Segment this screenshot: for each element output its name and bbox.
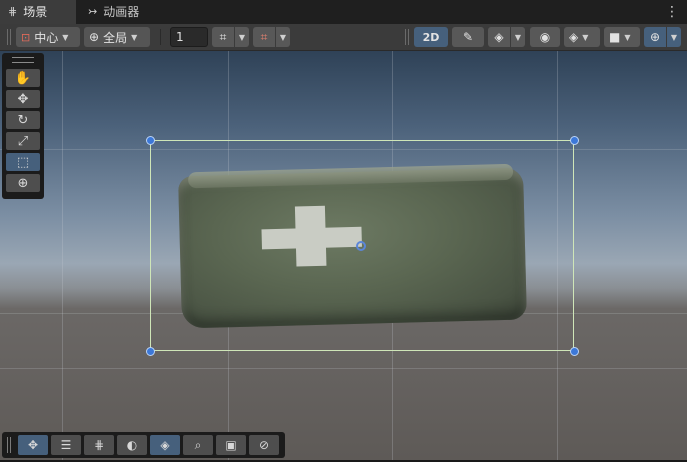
effects-toggle[interactable]: ◈: [488, 27, 510, 47]
overlay-camera-button[interactable]: ▣: [216, 435, 246, 455]
layers-icon: ◈: [569, 30, 579, 44]
overlay-search-button[interactable]: ⌕: [183, 435, 213, 455]
pivot-mode-label: 中心: [34, 30, 59, 45]
rect-handle-bottom-right[interactable]: [570, 347, 579, 356]
snap-grid-magnet-icon: ⌗: [260, 29, 268, 44]
chevron-down-icon: ▼: [624, 32, 631, 42]
camera-icon: ▣: [225, 438, 237, 452]
compass-icon: ⊘: [258, 438, 270, 452]
hand-icon: ✋: [14, 70, 32, 86]
rect-handle-top-right[interactable]: [570, 136, 579, 145]
overlay-shading-button[interactable]: ◐: [117, 435, 147, 455]
pivot-icon: ⊡: [21, 30, 31, 44]
move-icon: ✥: [27, 438, 39, 452]
pivot-space-label: 全局: [103, 30, 128, 45]
effects-icon: ◈: [494, 30, 504, 44]
scene-viewport[interactable]: [0, 51, 687, 460]
grid-icon: ⋕: [8, 5, 18, 18]
snap-settings-dropdown[interactable]: ▼: [276, 27, 290, 47]
chevron-down-icon: ▼: [582, 32, 589, 42]
lighting-off-icon: ✎: [462, 30, 474, 44]
layers-dropdown[interactable]: ◈ ▼: [564, 27, 600, 47]
rect-tool-icon: ⬚: [16, 154, 30, 170]
toolbar-separator: [160, 29, 161, 45]
tab-animator[interactable]: ↣ 动画器: [80, 0, 147, 24]
grid-snap-dropdown[interactable]: ▼: [235, 27, 249, 47]
overlay-settings-button[interactable]: ☰: [51, 435, 81, 455]
tool-palette: ✋ ✥ ↻ ⤢ ⬚ ⊕: [2, 53, 44, 199]
toolbar-grip[interactable]: [7, 29, 11, 45]
overlay-grid-button[interactable]: ⋕: [84, 435, 114, 455]
pivot-mode-dropdown[interactable]: ⊡ 中心 ▼: [16, 27, 80, 47]
camera-icon: ■: [609, 30, 621, 44]
camera-dropdown[interactable]: ■ ▼: [604, 27, 640, 47]
grid-snap-icon: ⌗: [219, 29, 227, 44]
move-tool-button[interactable]: ✥: [6, 90, 40, 108]
palette-grip[interactable]: [12, 57, 34, 63]
tab-animator-label: 动画器: [103, 5, 140, 19]
chevron-down-icon: ▼: [131, 32, 138, 42]
pivot-space-dropdown[interactable]: ⊕ 全局 ▼: [84, 27, 150, 47]
overlay-move-button[interactable]: ✥: [18, 435, 48, 455]
globe-icon: ⊕: [89, 30, 100, 44]
rect-tool-button[interactable]: ⬚: [6, 153, 40, 171]
mode-2d-toggle[interactable]: 2D: [414, 27, 448, 47]
grid-snap-button[interactable]: ⌗: [212, 27, 234, 47]
gizmos-icon: ⊕: [649, 30, 661, 44]
overlay-grip[interactable]: [7, 437, 11, 453]
gizmos-dropdown[interactable]: ▼: [667, 27, 681, 47]
toolbar-grip[interactable]: [405, 29, 409, 45]
visibility-toggle[interactable]: ◉: [530, 27, 560, 47]
transform-tool-button[interactable]: ⊕: [6, 174, 40, 192]
scale-tool-button[interactable]: ⤢: [6, 132, 40, 150]
window-tab-bar: ⋕ 场景 ↣ 动画器 ⋮: [0, 0, 687, 24]
tab-scene[interactable]: ⋕ 场景: [0, 0, 76, 24]
view-tool-button[interactable]: ✋: [6, 69, 40, 87]
grid-hatch-icon: ⋕: [93, 438, 105, 452]
snap-settings-button[interactable]: ⌗: [253, 27, 275, 47]
grid-line: [0, 368, 687, 369]
animator-icon: ↣: [88, 5, 98, 18]
transform-icon: ⊕: [17, 175, 29, 191]
tab-scene-label: 场景: [23, 5, 48, 19]
more-options-icon[interactable]: ⋮: [665, 4, 679, 20]
layers-icon: ◈: [160, 438, 170, 452]
overlay-compass-button[interactable]: ⊘: [249, 435, 279, 455]
search-icon: ⌕: [194, 437, 202, 452]
rotate-tool-button[interactable]: ↻: [6, 111, 40, 129]
sliders-icon: ☰: [60, 438, 72, 452]
effects-dropdown[interactable]: ▼: [511, 27, 525, 47]
scene-toolbar: ⊡ 中心 ▼ ⊕ 全局 ▼ 1 ⌗ ▼ ⌗ ▼ 2D ✎ ◈ ▼ ◉ ◈ ▼ ■…: [0, 24, 687, 51]
rect-transform-bounds[interactable]: [150, 140, 574, 351]
gizmos-toggle[interactable]: ⊕: [644, 27, 666, 47]
sphere-icon: ◐: [126, 438, 138, 452]
eye-icon: ◉: [539, 30, 551, 44]
overlay-toolbar: ✥ ☰ ⋕ ◐ ◈ ⌕ ▣ ⊘: [2, 432, 285, 458]
scale-icon: ⤢: [17, 133, 29, 149]
snap-increment-field[interactable]: 1: [170, 27, 208, 47]
move-icon: ✥: [17, 91, 29, 107]
chevron-down-icon: ▼: [62, 32, 69, 42]
grid-line: [62, 51, 63, 460]
rotate-icon: ↻: [17, 112, 29, 128]
rect-handle-top-left[interactable]: [146, 136, 155, 145]
lighting-toggle[interactable]: ✎: [452, 27, 484, 47]
rect-handle-bottom-left[interactable]: [146, 347, 155, 356]
overlay-layers-button[interactable]: ◈: [150, 435, 180, 455]
